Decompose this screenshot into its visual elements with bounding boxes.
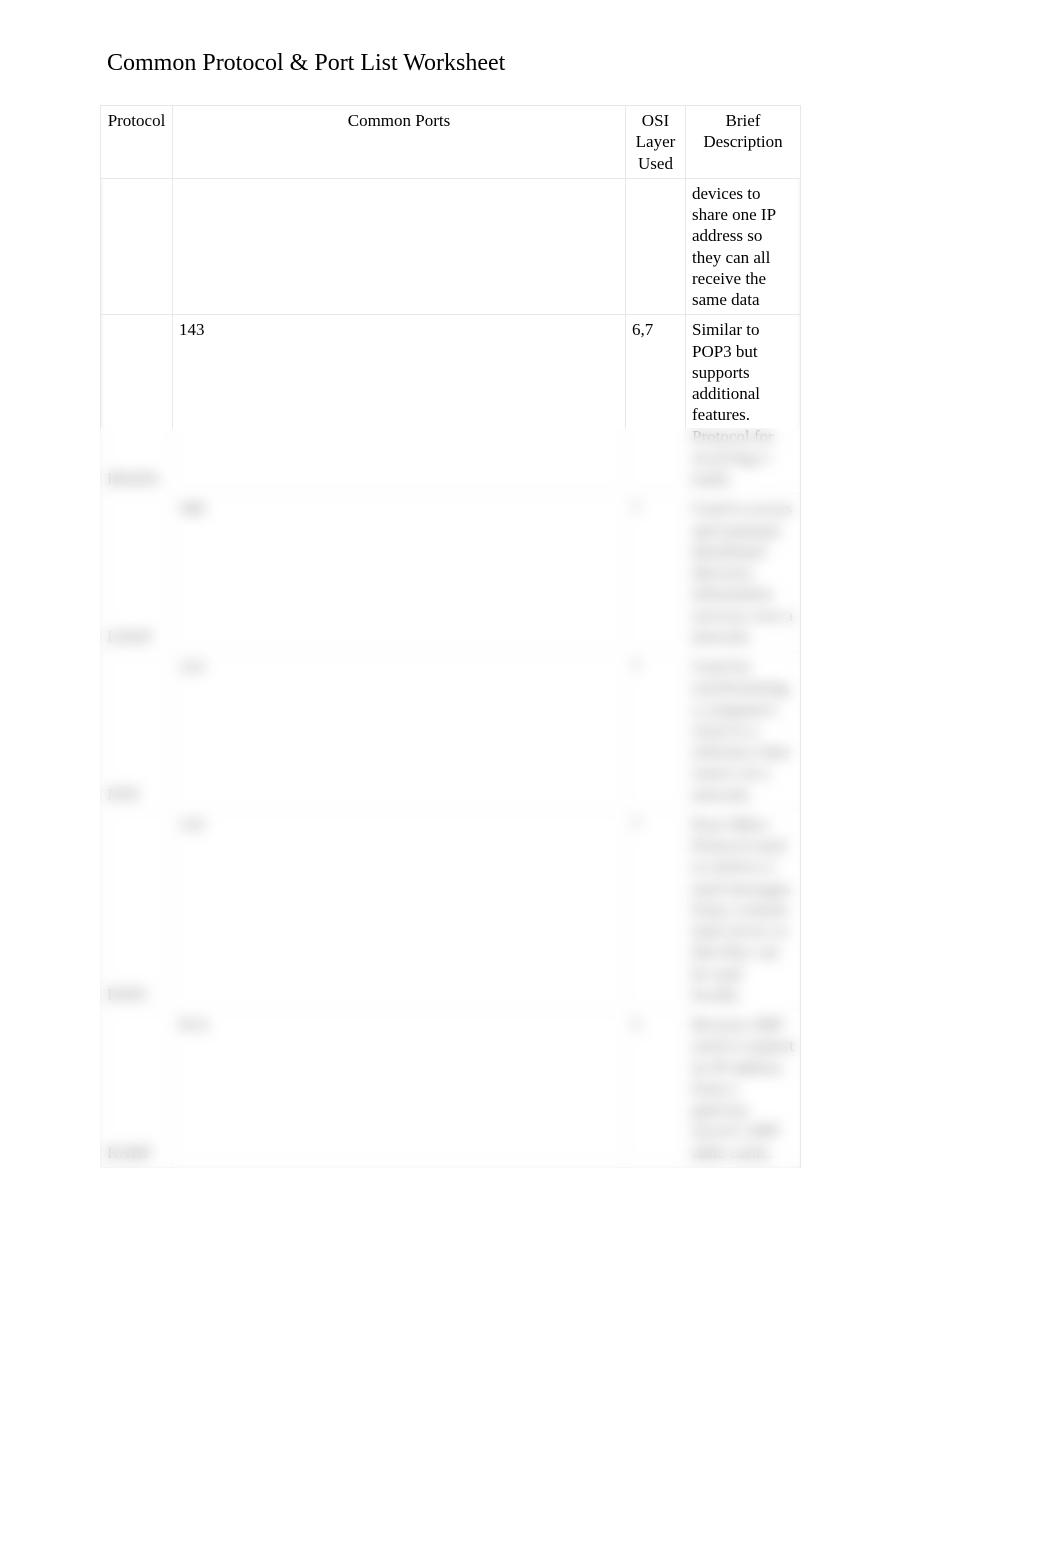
header-protocol: Protocol bbox=[101, 106, 173, 179]
page-title: Common Protocol & Port List Worksheet bbox=[107, 50, 1062, 77]
cell-desc: Used to access and maintain distributed … bbox=[686, 494, 801, 652]
table-row: RARP N/A 3 Reverse ARP used to request i… bbox=[101, 1010, 801, 1168]
cell-protocol: IMAP4 bbox=[101, 315, 173, 494]
header-ports: Common Ports bbox=[173, 106, 626, 179]
table-row: POP3 110 7 Post Office Protocol used to … bbox=[101, 809, 801, 1009]
cell-osi: 3 bbox=[626, 1010, 686, 1168]
cell-osi: 7 bbox=[626, 652, 686, 810]
cell-osi: 7 bbox=[626, 809, 686, 1009]
header-desc: Brief Description bbox=[686, 106, 801, 179]
protocol-table: Protocol Common Ports OSI Layer Used Bri… bbox=[100, 105, 801, 1168]
table-row: IMAP4 143 6,7 Similar to POP3 but suppor… bbox=[101, 315, 801, 494]
table-row: LDAP 389 7 Used to access and maintain d… bbox=[101, 494, 801, 652]
cell-desc: Post Office Protocol used to retrieve e-… bbox=[686, 809, 801, 1009]
cell-osi bbox=[626, 178, 686, 315]
cell-ports bbox=[173, 178, 626, 315]
cell-protocol: LDAP bbox=[101, 494, 173, 652]
table-row: devices to share one IP address so they … bbox=[101, 178, 801, 315]
cell-ports: 389 bbox=[173, 494, 626, 652]
cell-desc: Reverse ARP used to request its IP addre… bbox=[686, 1010, 801, 1168]
cell-ports: 123 bbox=[173, 652, 626, 810]
cell-desc: Used for synchronizing a computer's cloc… bbox=[686, 652, 801, 810]
cell-ports: N/A bbox=[173, 1010, 626, 1168]
table-header-row: Protocol Common Ports OSI Layer Used Bri… bbox=[101, 106, 801, 179]
cell-desc: Similar to POP3 but supports additional … bbox=[686, 315, 801, 494]
cell-protocol: POP3 bbox=[101, 809, 173, 1009]
cell-ports: 110 bbox=[173, 809, 626, 1009]
cell-protocol bbox=[101, 178, 173, 315]
cell-ports: 143 bbox=[173, 315, 626, 494]
table-row: NTP 123 7 Used for synchronizing a compu… bbox=[101, 652, 801, 810]
cell-osi: 7 bbox=[626, 494, 686, 652]
cell-protocol: NTP bbox=[101, 652, 173, 810]
cell-protocol: RARP bbox=[101, 1010, 173, 1168]
header-osi: OSI Layer Used bbox=[626, 106, 686, 179]
cell-desc: devices to share one IP address so they … bbox=[686, 178, 801, 315]
worksheet-table-wrap: Protocol Common Ports OSI Layer Used Bri… bbox=[100, 105, 800, 1168]
cell-osi: 6,7 bbox=[626, 315, 686, 494]
